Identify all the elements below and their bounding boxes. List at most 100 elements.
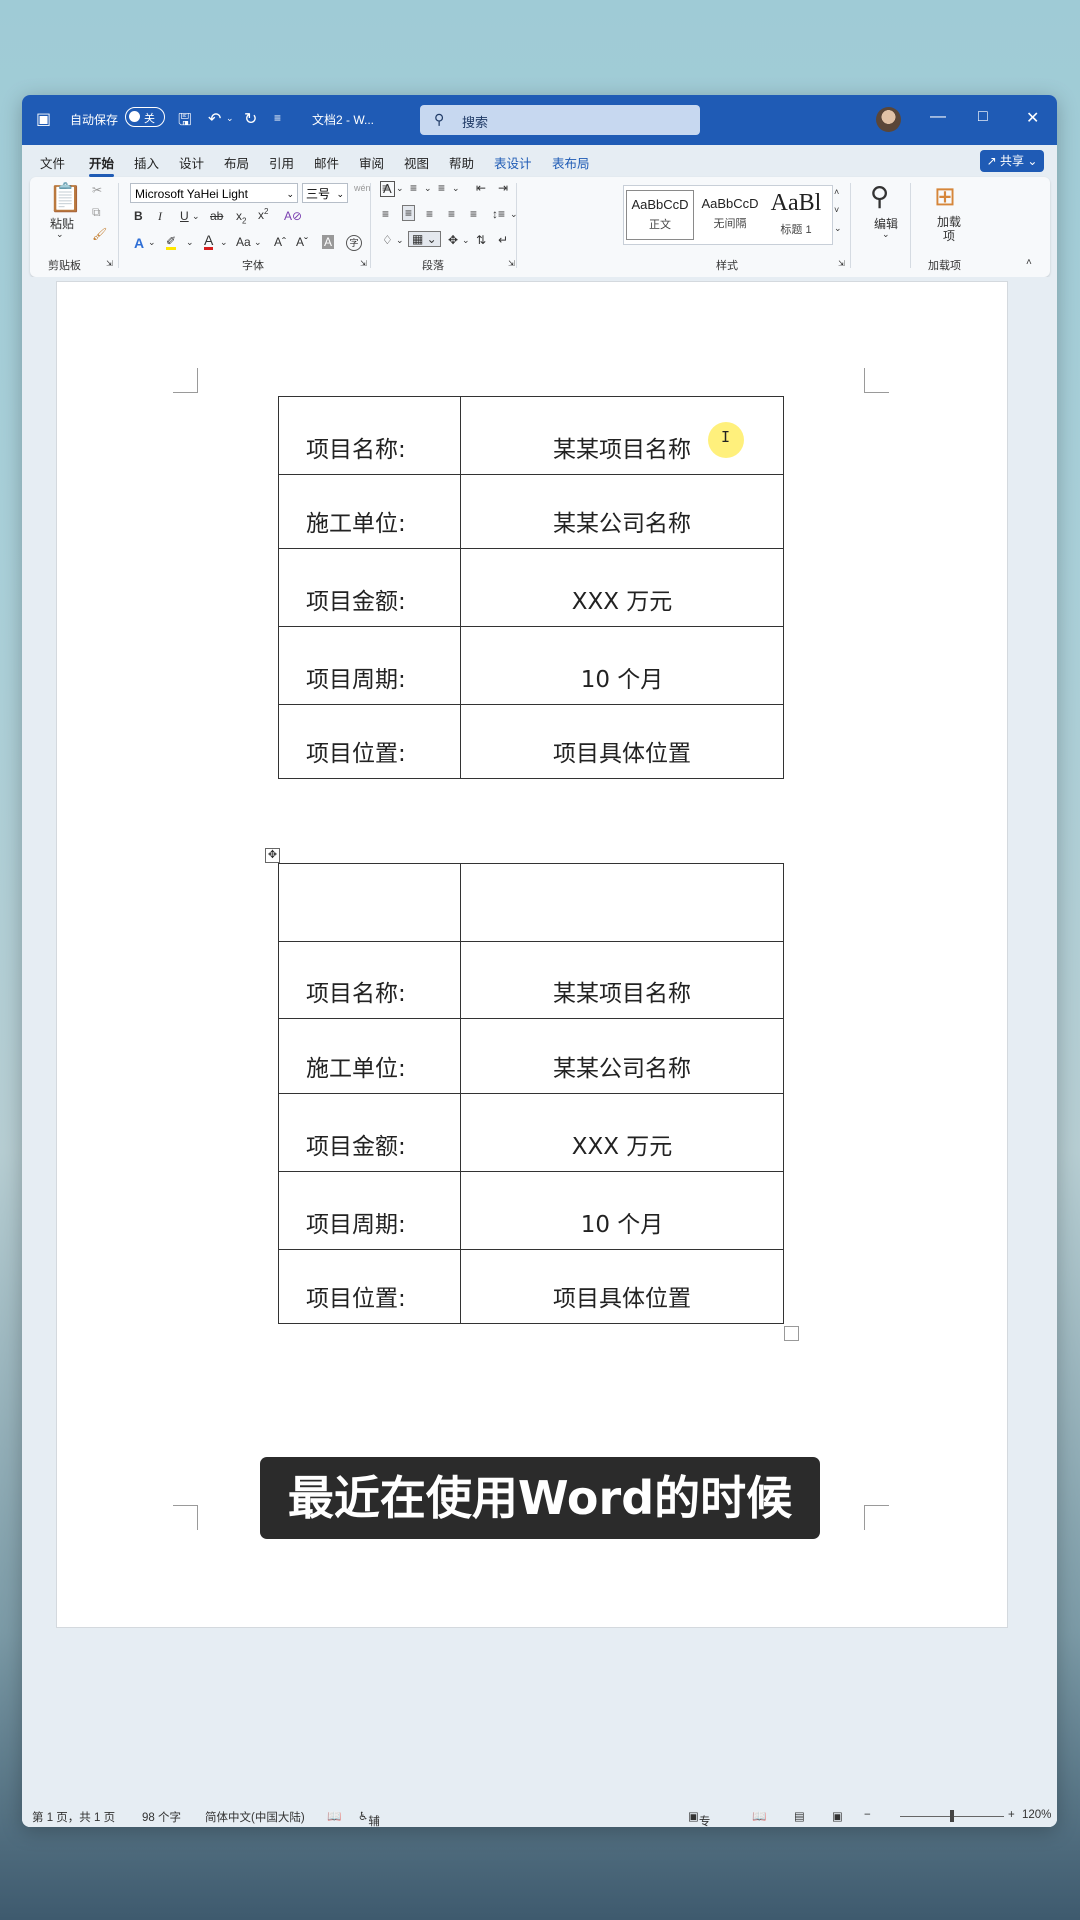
font-name-box[interactable]: Microsoft YaHei Light ⌄ xyxy=(130,183,298,203)
table-cell-label[interactable]: 项目名称: xyxy=(278,941,461,1019)
tab-view[interactable]: 视图 xyxy=(404,153,429,172)
zoom-in-icon[interactable]: + xyxy=(1008,1809,1015,1821)
close-button[interactable]: ✕ xyxy=(1026,108,1039,128)
tab-home[interactable]: 开始 xyxy=(89,153,115,177)
underline-dropdown-icon[interactable]: ⌄ xyxy=(192,211,200,222)
tab-help[interactable]: 帮助 xyxy=(449,153,474,172)
table-cell-label[interactable]: 施工单位: xyxy=(278,474,461,549)
table-resize-handle[interactable] xyxy=(784,1326,799,1341)
table-cell-label[interactable]: 项目名称: xyxy=(278,396,461,475)
addins-icon[interactable]: ⊞ xyxy=(934,181,956,212)
highlight-icon[interactable]: ✐ xyxy=(166,235,177,250)
bullets-dropdown-icon[interactable]: ⌄ xyxy=(396,183,404,194)
table-cell-label[interactable]: 项目周期: xyxy=(278,626,461,705)
proofing-icon[interactable]: 📖 xyxy=(327,1809,341,1823)
zoom-out-icon[interactable]: − xyxy=(864,1809,871,1821)
paste-icon[interactable]: 📋 xyxy=(48,181,83,214)
multilevel-list-icon[interactable]: ≡ xyxy=(438,181,445,195)
table-cell-value[interactable]: 某某公司名称 xyxy=(460,474,784,549)
page-count[interactable]: 第 1 页，共 1 页 xyxy=(32,1809,115,1825)
grow-font-icon[interactable]: Aˆ xyxy=(274,235,286,249)
share-button[interactable]: ↗ 共享 ⌄ xyxy=(980,150,1044,172)
info-table-1[interactable]: 项目名称: 某某项目名称 施工单位: 某某公司名称 项目金额: XXX 万元 项… xyxy=(278,396,784,779)
search-box[interactable]: ⚲ 搜索 xyxy=(420,105,700,135)
borders-icon[interactable]: ▦ ⌄ xyxy=(408,231,441,247)
table-cell-label[interactable] xyxy=(278,863,461,942)
text-effects-icon[interactable]: A xyxy=(134,235,144,251)
tab-references[interactable]: 引用 xyxy=(269,153,294,172)
read-mode-icon[interactable]: 📖 xyxy=(752,1809,766,1823)
table-cell-value[interactable]: 某某公司名称 xyxy=(460,1018,784,1094)
sort-icon[interactable]: ⇅ xyxy=(476,233,486,247)
word-app-icon[interactable]: ▣ xyxy=(36,109,51,129)
enclose-characters-icon[interactable]: 字 xyxy=(346,235,362,251)
tab-design[interactable]: 设计 xyxy=(179,153,204,172)
font-color-icon[interactable]: A xyxy=(204,233,214,250)
tab-insert[interactable]: 插入 xyxy=(134,153,159,172)
user-avatar[interactable] xyxy=(876,107,901,132)
paste-dropdown-icon[interactable]: ⌄ xyxy=(56,229,64,240)
styles-scroll-up-icon[interactable]: ˄ xyxy=(834,187,839,197)
paragraph-launcher-icon[interactable]: ⇲ xyxy=(508,259,515,268)
change-case-dropdown-icon[interactable]: ⌄ xyxy=(254,237,262,248)
tab-table-design[interactable]: 表设计 xyxy=(494,153,532,172)
style-heading1[interactable]: AaBl 标题 1 xyxy=(762,190,830,240)
change-case-icon[interactable]: Aa xyxy=(236,235,251,249)
subscript-icon[interactable]: x2 xyxy=(236,209,246,225)
clear-formatting-icon[interactable]: A⊘ xyxy=(284,209,302,223)
table-move-handle-icon[interactable]: ✥ xyxy=(265,848,280,863)
web-layout-icon[interactable]: ▣ xyxy=(832,1809,843,1823)
accessibility-status[interactable]: ♿ 辅助功能: 一切就绪 xyxy=(358,1809,380,1827)
superscript-icon[interactable]: x2 xyxy=(258,207,268,222)
strikethrough-icon[interactable]: ab xyxy=(210,209,223,223)
table-cell-value[interactable]: XXX 万元 xyxy=(460,548,784,627)
maximize-button[interactable]: □ xyxy=(978,108,988,126)
table-cell-value[interactable]: 项目具体位置 xyxy=(460,704,784,779)
clipboard-launcher-icon[interactable]: ⇲ xyxy=(106,259,113,268)
table-cell-value[interactable]: 10 个月 xyxy=(460,1171,784,1250)
table-cell-label[interactable]: 项目周期: xyxy=(278,1171,461,1250)
tab-table-layout[interactable]: 表布局 xyxy=(552,153,590,172)
undo-icon[interactable]: ↶ xyxy=(208,109,221,129)
multilevel-dropdown-icon[interactable]: ⌄ xyxy=(452,183,460,194)
word-count[interactable]: 98 个字 xyxy=(142,1809,181,1825)
cut-icon[interactable]: ✂ xyxy=(92,183,102,197)
addins-label[interactable]: 加载项 xyxy=(934,215,964,243)
justify-icon[interactable]: ≡ xyxy=(448,207,455,221)
table-cell-value[interactable] xyxy=(460,863,784,942)
asian-layout-icon[interactable]: ✥ xyxy=(448,233,458,247)
tab-layout[interactable]: 布局 xyxy=(224,153,249,172)
format-painter-icon[interactable]: 🖌 xyxy=(92,227,107,241)
asian-layout-dropdown-icon[interactable]: ⌄ xyxy=(462,235,470,246)
find-icon[interactable]: ⚲ xyxy=(870,181,889,212)
font-launcher-icon[interactable]: ⇲ xyxy=(360,259,367,268)
tab-file[interactable]: 文件 xyxy=(40,153,65,172)
align-right-icon[interactable]: ≡ xyxy=(426,207,433,221)
phonetic-guide-icon[interactable]: wén xyxy=(354,183,371,193)
copy-icon[interactable]: ⧉ xyxy=(92,205,101,220)
styles-more-icon[interactable]: ⌄ xyxy=(834,223,842,234)
table-cell-label[interactable]: 施工单位: xyxy=(278,1018,461,1094)
bullets-icon[interactable]: ≡ xyxy=(382,181,389,195)
styles-launcher-icon[interactable]: ⇲ xyxy=(838,259,845,268)
autosave-toggle[interactable]: 关 xyxy=(125,107,165,127)
customize-toolbar-icon[interactable]: ≡ xyxy=(274,111,281,125)
editing-dropdown-icon[interactable]: ⌄ xyxy=(882,229,890,240)
highlight-dropdown-icon[interactable]: ⌄ xyxy=(186,237,194,248)
align-center-icon[interactable]: ≡ xyxy=(402,205,416,221)
shrink-font-icon[interactable]: Aˇ xyxy=(296,235,308,249)
save-icon[interactable]: 🖫 xyxy=(178,109,192,136)
styles-scroll-down-icon[interactable]: ˅ xyxy=(834,205,839,215)
table-cell-value[interactable]: 项目具体位置 xyxy=(460,1249,784,1324)
shading-dropdown-icon[interactable]: ⌄ xyxy=(396,235,404,246)
underline-icon[interactable]: U xyxy=(180,209,189,223)
undo-dropdown-icon[interactable]: ⌄ xyxy=(226,113,234,124)
distributed-icon[interactable]: ≡ xyxy=(470,207,477,221)
italic-icon[interactable]: I xyxy=(158,209,162,224)
character-shading-icon[interactable]: A xyxy=(322,235,335,249)
focus-button[interactable]: ▣ 专注 xyxy=(688,1809,710,1827)
table-cell-label[interactable]: 项目位置: xyxy=(278,1249,461,1324)
style-no-spacing[interactable]: AaBbCcD 无间隔 xyxy=(696,190,764,240)
line-spacing-icon[interactable]: ↕≡ xyxy=(492,207,505,221)
table-cell-label[interactable]: 项目金额: xyxy=(278,548,461,627)
